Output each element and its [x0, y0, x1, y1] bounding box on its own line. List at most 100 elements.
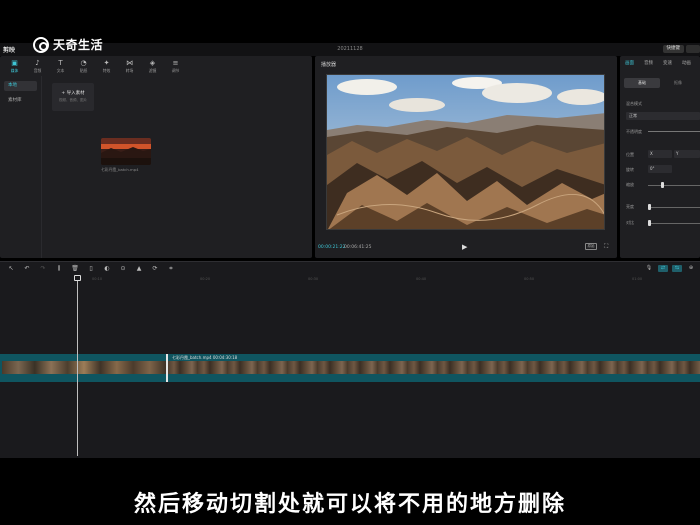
snap-toggle-icon[interactable]: ⇆ [672, 265, 682, 272]
watermark-logo-icon [33, 36, 49, 53]
landscape-frame-image [327, 75, 604, 229]
tab-speed[interactable]: 变速 [663, 59, 672, 69]
position-label: 位置 [626, 152, 634, 157]
media-clip-name: 七彩丹霞_batch.mp4 [101, 167, 139, 172]
undo-icon[interactable]: ↶ [19, 262, 35, 276]
tab-picture[interactable]: 画面 [625, 59, 634, 69]
sidebar-item-local[interactable]: 本地 [4, 81, 37, 91]
media-icon: ▣ [11, 58, 18, 67]
timeline-ruler[interactable]: 00:10 00:20 00:30 00:40 00:50 01:00 [0, 276, 700, 282]
rotate-label: 旋转 [626, 167, 634, 172]
media-panel: ▣ 媒体 ♪ 音频 T 文本 ◔ 贴纸 ✦ 特效 ⋈ 转场 ◈ 滤镜 ≡ 调节 本地 素材库 +… [0, 56, 312, 258]
clip-segment-left[interactable] [2, 361, 166, 374]
ruler-tick: 00:40 [416, 277, 427, 281]
transition-icon: ⋈ [126, 58, 133, 67]
subtab-basic[interactable]: 基础 [624, 78, 660, 88]
timeline-panel: ↖ ↶ ↷ ⫼ 🗑 ▯ ◐ ⊙ ▲ ⟳ ⌗ 🎙 ⇄ ⇆ ⊕ 00:10 00:2… [0, 261, 700, 458]
position-y-input[interactable]: Y [674, 150, 700, 158]
project-title: 20211128 [337, 46, 363, 52]
link-toggle-icon[interactable]: ⇄ [658, 265, 668, 272]
sidebar-item-library[interactable]: 素材库 [4, 96, 37, 106]
tab-text[interactable]: T 文本 [50, 56, 71, 76]
tab-sticker[interactable]: ◔ 贴纸 [73, 56, 94, 76]
tab-transition[interactable]: ⋈ 转场 [119, 56, 140, 76]
effects-icon: ✦ [103, 58, 110, 67]
tab-adjust[interactable]: ≡ 调节 [165, 56, 186, 76]
brightness-slider[interactable] [648, 207, 700, 208]
blend-mode-select[interactable]: 正常 [626, 112, 700, 120]
video-preview[interactable] [326, 74, 605, 230]
selected-clip-outline[interactable] [166, 354, 700, 382]
contrast-label: 对比 [626, 220, 634, 225]
export-button[interactable] [686, 45, 700, 53]
top-letterbox [0, 0, 700, 43]
delete-icon[interactable]: 🗑 [67, 262, 83, 276]
properties-subtabs: 基础 抠像 [624, 78, 700, 88]
scale-slider-knob[interactable] [661, 182, 664, 188]
scale-slider[interactable] [648, 185, 700, 186]
select-tool-icon[interactable]: ↖ [3, 262, 19, 276]
title-bar: 剪映 20211128 快捷键 [0, 43, 700, 56]
total-time: 00:06:41:25 [344, 245, 372, 250]
opacity-slider[interactable] [648, 131, 700, 132]
redo-icon[interactable]: ↷ [35, 262, 51, 276]
tab-audio[interactable]: ♪ 音频 [27, 56, 48, 76]
tab-effects[interactable]: ✦ 特效 [96, 56, 117, 76]
tab-media[interactable]: ▣ 媒体 [4, 56, 25, 76]
app-window: 剪映 20211128 快捷键 天奇生活 ▣ 媒体 ♪ 音频 T 文本 ◔ 贴纸 ✦ 特效… [0, 0, 700, 525]
player-panel: 播放器 00:00:21:22 00:06:41:25 ▶ 原始 ⛶ [315, 56, 617, 258]
subtitle-caption: 然后移动切割处就可以将不用的地方删除 [133, 492, 566, 517]
shortcut-button[interactable]: 快捷键 [662, 45, 684, 53]
rotate-input[interactable]: 0° [648, 165, 672, 173]
media-clip-thumbnail[interactable] [101, 138, 151, 165]
play-icon[interactable]: ▶ [462, 243, 467, 251]
tab-label: 贴纸 [79, 67, 88, 73]
current-time: 00:00:21:22 [318, 245, 346, 250]
ruler-tick: 00:10 [92, 277, 103, 281]
audio-icon: ♪ [35, 58, 40, 67]
playhead-handle[interactable] [74, 275, 81, 281]
tab-label: 文本 [56, 67, 65, 73]
tab-label: 转场 [125, 67, 134, 73]
adjust-icon: ≡ [172, 58, 179, 67]
position-x-input[interactable]: X [648, 150, 672, 158]
sticker-icon: ◔ [80, 58, 87, 67]
split-icon[interactable]: ⫼ [51, 262, 67, 276]
blend-mode-label: 混合模式 [626, 101, 642, 106]
watermark-text: 天奇生活 [53, 38, 104, 52]
tab-animation[interactable]: 动画 [682, 59, 691, 69]
tab-label: 调节 [171, 67, 180, 73]
tab-filter[interactable]: ◈ 滤镜 [142, 56, 163, 76]
microphone-icon[interactable]: 🎙 [644, 265, 654, 272]
filter-icon: ◈ [149, 58, 156, 67]
contrast-slider[interactable] [648, 223, 700, 224]
media-tabs: ▣ 媒体 ♪ 音频 T 文本 ◔ 贴纸 ✦ 特效 ⋈ 转场 ◈ 滤镜 ≡ 调节 [0, 56, 312, 76]
import-media-button[interactable]: + 导入素材 视频、音频、图片 [52, 83, 94, 111]
freeze-icon[interactable]: ▯ [83, 262, 99, 276]
scale-label: 缩放 [626, 182, 634, 187]
tab-label: 滤镜 [148, 67, 157, 73]
timeline-toolbar: ↖ ↶ ↷ ⫼ 🗑 ▯ ◐ ⊙ ▲ ⟳ ⌗ [0, 262, 700, 276]
crop-icon[interactable]: ⌗ [163, 262, 179, 276]
tab-label: 媒体 [10, 67, 19, 73]
aspect-ratio-button[interactable]: 原始 [585, 243, 597, 250]
player-title: 播放器 [321, 62, 337, 68]
video-track[interactable]: 七彩丹霞_batch.mp4 00:04:30:18 [0, 354, 700, 382]
tab-prop-audio[interactable]: 音频 [644, 59, 653, 69]
mirror-icon[interactable]: ◐ [99, 262, 115, 276]
ruler-tick: 01:00 [632, 277, 643, 281]
rotate-icon[interactable]: ⟳ [147, 262, 163, 276]
ruler-tick: 00:20 [200, 277, 211, 281]
reverse-icon[interactable]: ⊙ [115, 262, 131, 276]
watermark: 天奇生活 [33, 36, 103, 53]
fullscreen-icon[interactable]: ⛶ [604, 243, 608, 251]
text-icon: T [58, 58, 63, 67]
playhead[interactable] [77, 278, 78, 456]
zoom-icon[interactable]: ⊕ [686, 265, 696, 272]
brightness-slider-knob[interactable] [648, 204, 651, 210]
properties-tabs: 画面 音频 变速 动画 [620, 59, 700, 69]
flip-icon[interactable]: ▲ [131, 262, 147, 276]
subtab-cutout[interactable]: 抠像 [660, 78, 696, 88]
contrast-slider-knob[interactable] [648, 220, 651, 226]
import-hint: 视频、音频、图片 [59, 98, 87, 102]
